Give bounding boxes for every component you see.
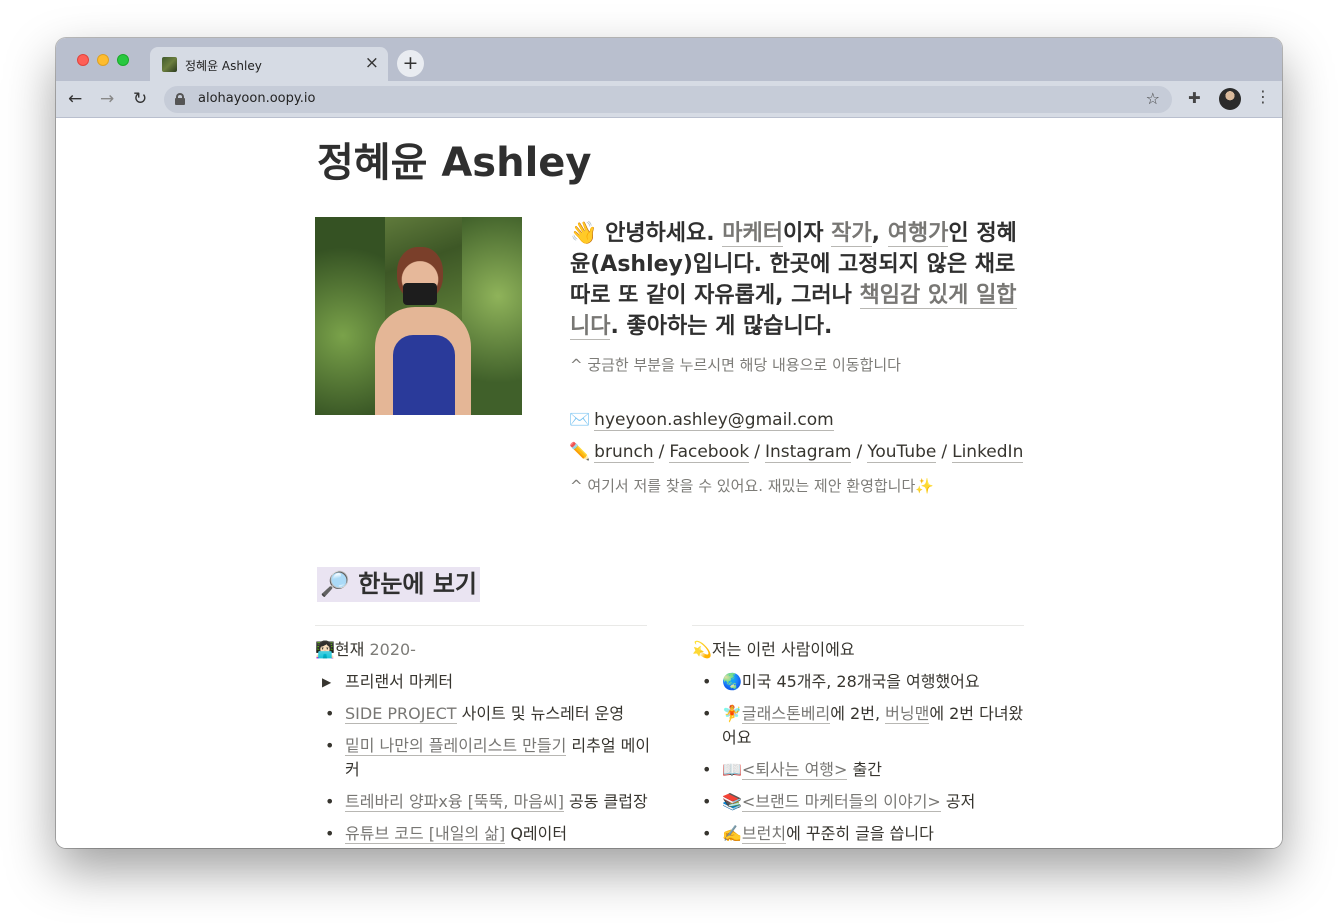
extensions-puzzle-icon[interactable]: ✚: [1188, 89, 1201, 107]
list-item: • ✍️브런치에 꾸준히 글을 씁니다: [702, 824, 934, 844]
more-menu-icon[interactable]: ⋮: [1255, 87, 1271, 107]
marketer-link[interactable]: 마케터: [722, 221, 784, 247]
list-item: • 📖<퇴사는 여행> 출간: [702, 760, 882, 780]
youtube-code-link[interactable]: 유튜브 코드 [내일의 삶]: [345, 824, 506, 844]
new-tab-button[interactable]: +: [397, 50, 424, 77]
intro-paragraph: 👋 안녕하세요. 마케터이자 작가, 여행가인 정혜윤(Ashley)입니다. …: [570, 221, 1017, 340]
current-work-column: 👩🏻‍💻현재 2020- ▶ 프리랜서 마케터 • SIDE PROJECT 사…: [315, 638, 655, 848]
address-bar[interactable]: alohayoon.oopy.io ☆: [164, 86, 1172, 113]
list-item: • 유튜브 코드 [내일의 삶] Q레이터: [325, 824, 568, 844]
toggle-triangle-icon[interactable]: ▶: [322, 670, 331, 694]
tab-close-icon[interactable]: ×: [365, 53, 379, 73]
toggle-item[interactable]: ▶ 프리랜서 마케터: [315, 670, 655, 694]
facebook-link[interactable]: Facebook: [669, 442, 750, 463]
list-item: • 🌏미국 45개주, 28개국을 여행했어요: [702, 672, 980, 691]
reload-icon[interactable]: ↻: [133, 88, 147, 110]
list-item: • 밑미 나만의 플레이리스트 만들기 리추얼 메이커: [325, 736, 651, 779]
globe-icon: 🌏: [722, 672, 742, 691]
back-arrow-icon[interactable]: ←: [68, 88, 82, 110]
list-item: • SIDE PROJECT 사이트 및 뉴스레터 운영: [325, 704, 625, 724]
about-me-column: 💫저는 이런 사람이에요 • 🌏미국 45개주, 28개국을 여행했어요 • 🧚…: [692, 638, 1032, 848]
pencil-icon: ✏️: [569, 442, 591, 462]
list-item: • 📚<브랜드 마케터들의 이야기> 공저: [702, 792, 976, 812]
profile-avatar[interactable]: [1219, 88, 1241, 110]
browser-tab[interactable]: 정혜윤 Ashley ×: [150, 47, 388, 81]
list-item: • 트레바리 양파x융 [뚝뚝, 마음씨] 공동 클럽장: [325, 792, 648, 812]
browser-window: 정혜윤 Ashley × + ← → ↻ alohayoon.oopy.io ☆…: [56, 38, 1282, 848]
glastonbury-link[interactable]: 글래스톤베리: [741, 704, 831, 724]
about-heading: 💫저는 이런 사람이에요: [692, 640, 855, 659]
current-heading: 👩🏻‍💻현재 2020-: [315, 640, 416, 659]
close-window-button[interactable]: [77, 54, 89, 66]
brunch-blog-link[interactable]: 브런치: [741, 824, 787, 844]
tab-title: 정혜윤 Ashley: [185, 59, 262, 73]
brunch-link[interactable]: brunch: [594, 442, 654, 463]
burning-man-link[interactable]: 버닝맨: [885, 704, 930, 724]
envelope-icon: ✉️: [569, 410, 591, 430]
maximize-window-button[interactable]: [117, 54, 129, 66]
technologist-icon: 👩🏻‍💻: [315, 640, 335, 659]
wave-icon: 👋: [570, 221, 598, 246]
lock-icon[interactable]: [175, 93, 185, 105]
instagram-link[interactable]: Instagram: [764, 442, 852, 463]
minimize-window-button[interactable]: [97, 54, 109, 66]
dizzy-icon: 💫: [692, 640, 712, 659]
navigation-hint: ^ 궁금한 부분을 누르시면 해당 내용으로 이동합니다: [570, 356, 901, 374]
traveler-link[interactable]: 여행가: [887, 221, 949, 247]
browser-toolbar: ← → ↻ alohayoon.oopy.io ☆ ✚ ⋮: [56, 81, 1282, 118]
url-text[interactable]: alohayoon.oopy.io: [198, 91, 315, 106]
fairy-icon: 🧚: [722, 704, 742, 723]
books-icon: 📚: [722, 792, 742, 811]
page-title: 정혜윤 Ashley: [317, 140, 592, 186]
divider: [692, 625, 1024, 626]
writer-link[interactable]: 작가: [831, 221, 872, 247]
section-heading: 🔎 한눈에 보기: [317, 567, 480, 602]
email-row: ✉️ hyeyoon.ashley@gmail.com: [569, 410, 834, 431]
linkedin-link[interactable]: LinkedIn: [952, 442, 1024, 463]
playlist-ritual-link[interactable]: 밑미 나만의 플레이리스트 만들기: [345, 736, 567, 756]
book-link[interactable]: <퇴사는 여행>: [741, 760, 848, 780]
divider: [315, 625, 647, 626]
brand-marketers-book-link[interactable]: <브랜드 마케터들의 이야기>: [741, 792, 941, 812]
writing-hand-icon: ✍️: [722, 824, 742, 843]
favicon-icon: [162, 57, 177, 72]
list-item: • 🧚글래스톤베리에 2번, 버닝맨에 2번 다녀왔어요: [702, 704, 1024, 747]
trevari-club-link[interactable]: 트레바리 양파x융 [뚝뚝, 마음씨]: [345, 792, 564, 812]
tab-bar: 정혜윤 Ashley × +: [56, 38, 1282, 81]
bookmark-star-icon[interactable]: ☆: [1146, 89, 1160, 108]
open-book-icon: 📖: [722, 760, 742, 779]
page-content: 정혜윤 Ashley 👋 안녕하세요. 마케터이자 작가, 여행가인 정혜윤(A…: [56, 118, 1282, 848]
social-links-row: ✏️ brunch / Facebook / Instagram / YouTube / Link…: [569, 442, 1024, 463]
forward-arrow-icon[interactable]: →: [100, 88, 114, 110]
email-link[interactable]: hyeyoon.ashley@gmail.com: [594, 410, 834, 431]
youtube-link[interactable]: YouTube: [867, 442, 937, 463]
contact-hint: ^ 여기서 저를 찾을 수 있어요. 재밌는 제안 환영합니다✨: [570, 477, 934, 495]
profile-photo: [315, 217, 522, 415]
side-project-link[interactable]: SIDE PROJECT: [345, 704, 457, 724]
